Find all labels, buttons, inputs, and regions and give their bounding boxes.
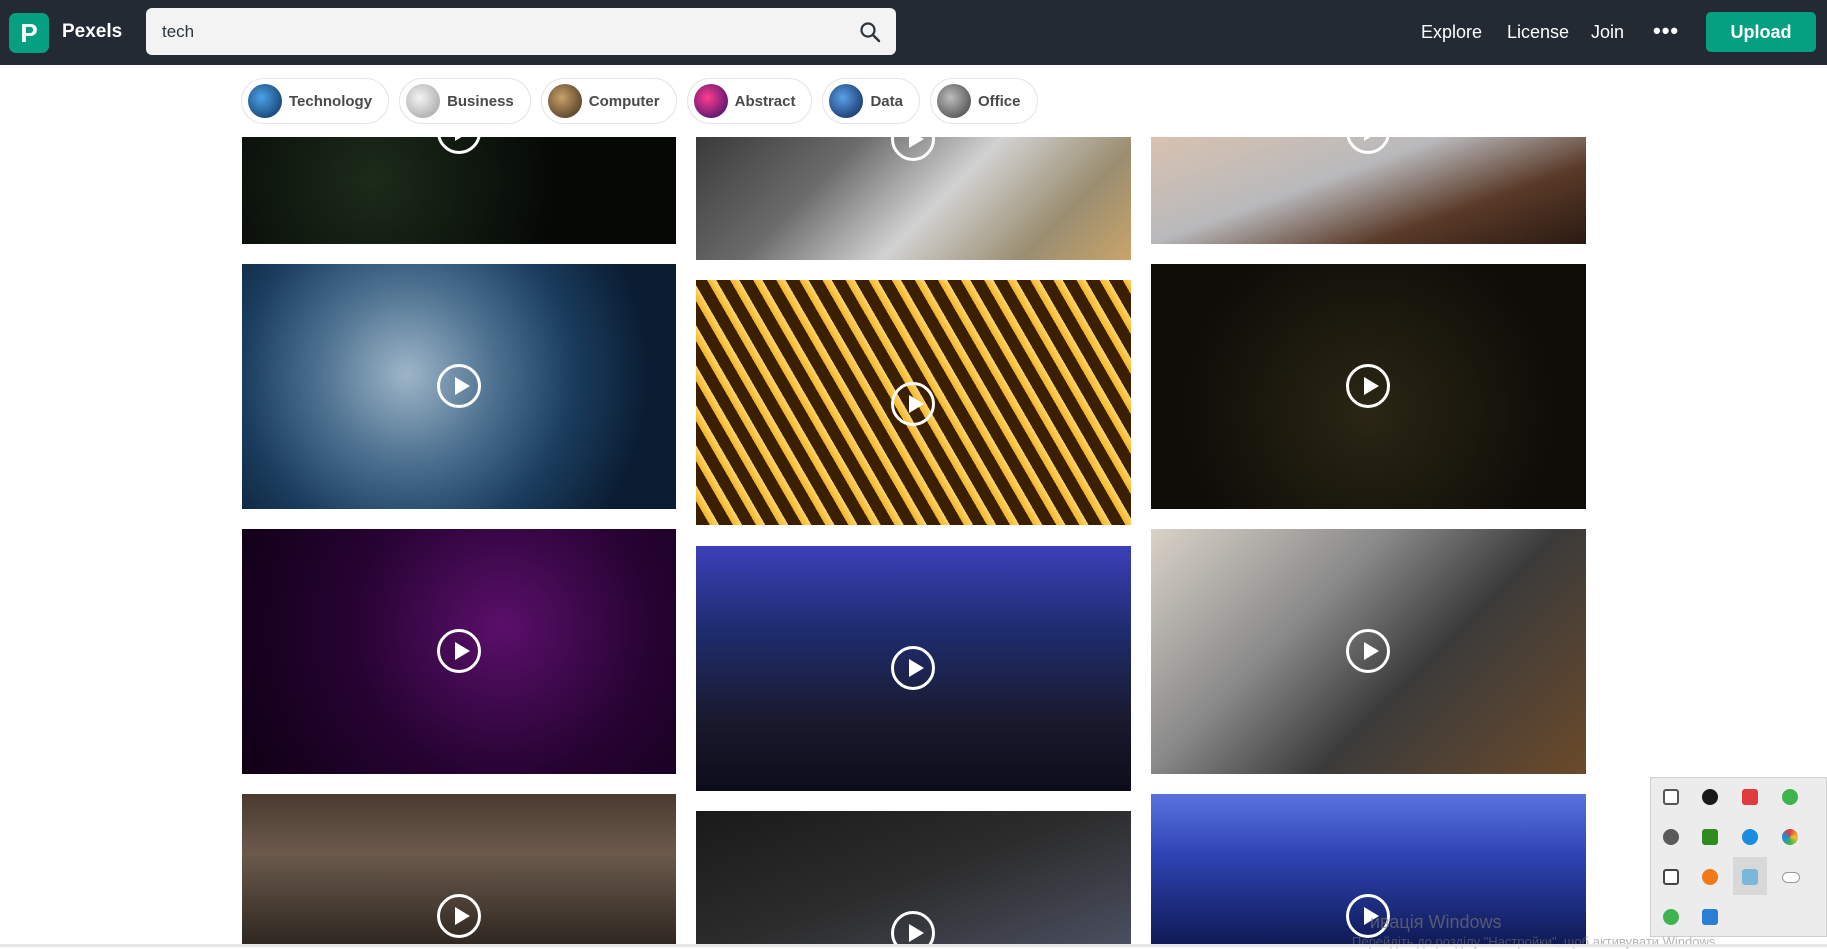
chip-label: Technology [289,92,373,110]
tray-shield-icon[interactable] [1702,789,1718,805]
video-tile[interactable] [1151,137,1586,244]
video-tile[interactable] [1151,264,1586,509]
tray-color-app-icon[interactable] [1782,829,1798,845]
chip-thumbnail [829,84,864,118]
search-input[interactable] [162,8,842,55]
play-icon [1346,364,1390,408]
chip-thumbnail [693,84,728,118]
tray-steam-icon[interactable] [1663,829,1679,845]
windows-activation-watermark: ивація Windows [1370,912,1502,932]
chip-thumbnail [248,84,282,118]
video-tile[interactable] [1151,529,1586,774]
play-icon [437,364,481,408]
chip-label: Business [447,92,514,110]
tray-cloud-icon[interactable] [1782,872,1800,883]
chip-label: Data [870,92,903,110]
tray-nvidia-icon[interactable] [1702,829,1718,845]
play-icon [891,646,935,690]
logo-letter: P [20,17,38,48]
chip-business[interactable]: Business [399,78,531,124]
video-tile[interactable] [696,280,1131,525]
video-tile[interactable] [696,137,1131,260]
tray-blue-app-icon[interactable] [1742,829,1758,845]
chip-thumbnail [547,84,582,118]
play-icon [891,137,935,161]
tray-box-icon[interactable] [1702,909,1718,925]
chip-data[interactable]: Data [822,78,920,124]
video-tile[interactable] [242,794,676,944]
logo-text[interactable]: Pexels [62,21,122,43]
chip-office[interactable]: Office [929,78,1038,124]
play-icon [1346,137,1390,154]
tray-cube-icon[interactable] [1742,869,1758,885]
search-bar [146,8,896,55]
chip-label: Office [977,92,1021,110]
chip-thumbnail [936,84,971,118]
play-icon [437,629,481,673]
tray-monitor-icon[interactable] [1663,869,1679,885]
tray-red-app-icon[interactable] [1742,789,1758,805]
tray-green-app-icon[interactable] [1782,789,1798,805]
play-icon [891,911,935,944]
video-tile[interactable] [1151,794,1586,944]
chip-label: Abstract [734,92,796,110]
nav-explore-link[interactable]: Explore [1421,22,1482,43]
video-tile[interactable] [242,264,676,509]
nav-join-link[interactable]: Join [1591,22,1624,43]
play-icon [437,894,481,938]
video-tile[interactable] [696,546,1131,791]
pexels-logo[interactable]: P [9,13,49,53]
video-tile[interactable] [242,137,676,244]
nav-license-link[interactable]: License [1507,22,1569,43]
tray-window-icon[interactable] [1663,789,1679,805]
play-icon [1346,629,1390,673]
chip-technology[interactable]: Technology [241,78,390,124]
chip-thumbnail [406,84,441,118]
top-navigation-bar: P Pexels Explore License Join ••• Upload [0,0,1827,65]
more-menu-icon[interactable]: ••• [1653,18,1679,44]
video-tile[interactable] [696,811,1131,944]
search-icon[interactable] [858,20,882,44]
play-icon [891,382,935,426]
upload-button[interactable]: Upload [1706,12,1816,52]
tray-check-icon[interactable] [1663,909,1679,925]
chip-abstract[interactable]: Abstract [686,78,813,124]
video-tile[interactable] [242,529,676,774]
chip-label: Computer [588,92,660,110]
chip-computer[interactable]: Computer [540,78,677,124]
tray-avast-icon[interactable] [1702,869,1718,885]
related-search-chips: Technology Business Computer Abstract Da… [241,78,1038,124]
play-icon [437,137,481,154]
